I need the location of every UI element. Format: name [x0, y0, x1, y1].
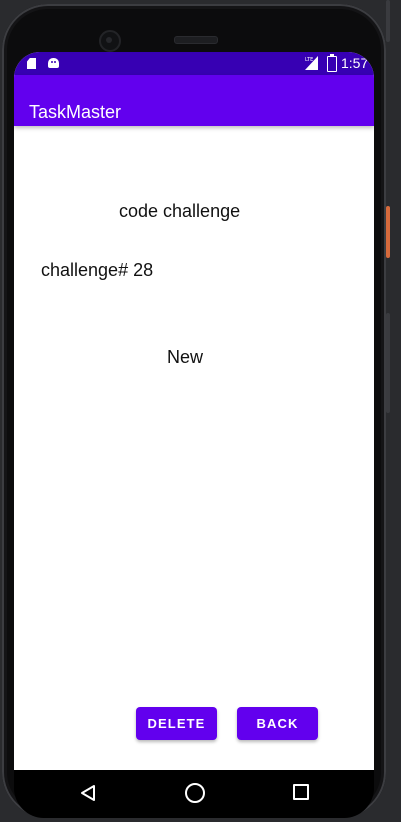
- back-button[interactable]: BACK: [237, 707, 318, 740]
- status-bar: LTE 1:57: [14, 52, 374, 75]
- sd-card-icon: [27, 58, 36, 69]
- lte-signal-icon: LTE: [305, 56, 318, 70]
- system-navigation-bar: [14, 770, 374, 818]
- earpiece-speaker: [174, 36, 218, 44]
- volume-button: [386, 313, 390, 413]
- app-title: TaskMaster: [29, 102, 122, 123]
- emulator-device: LTE 1:57 TaskMaster code challenge chall…: [0, 0, 401, 822]
- task-body: challenge# 28: [41, 260, 154, 280]
- android-screen: LTE 1:57 TaskMaster code challenge chall…: [14, 52, 374, 770]
- volume-accent-button: [386, 206, 390, 258]
- android-icon: [48, 58, 59, 68]
- recents-square-icon[interactable]: [293, 784, 309, 800]
- app-bar: TaskMaster: [14, 75, 374, 126]
- front-camera-icon: [99, 30, 121, 52]
- status-time: 1:57: [341, 55, 369, 71]
- home-circle-icon[interactable]: [185, 783, 205, 803]
- task-state: New: [167, 347, 204, 367]
- power-button: [386, 0, 390, 42]
- back-triangle-icon[interactable]: [80, 784, 96, 802]
- svg-text:LTE: LTE: [305, 57, 313, 63]
- task-title: code challenge: [119, 201, 241, 221]
- delete-button[interactable]: DELETE: [136, 707, 217, 740]
- battery-icon: [327, 54, 337, 72]
